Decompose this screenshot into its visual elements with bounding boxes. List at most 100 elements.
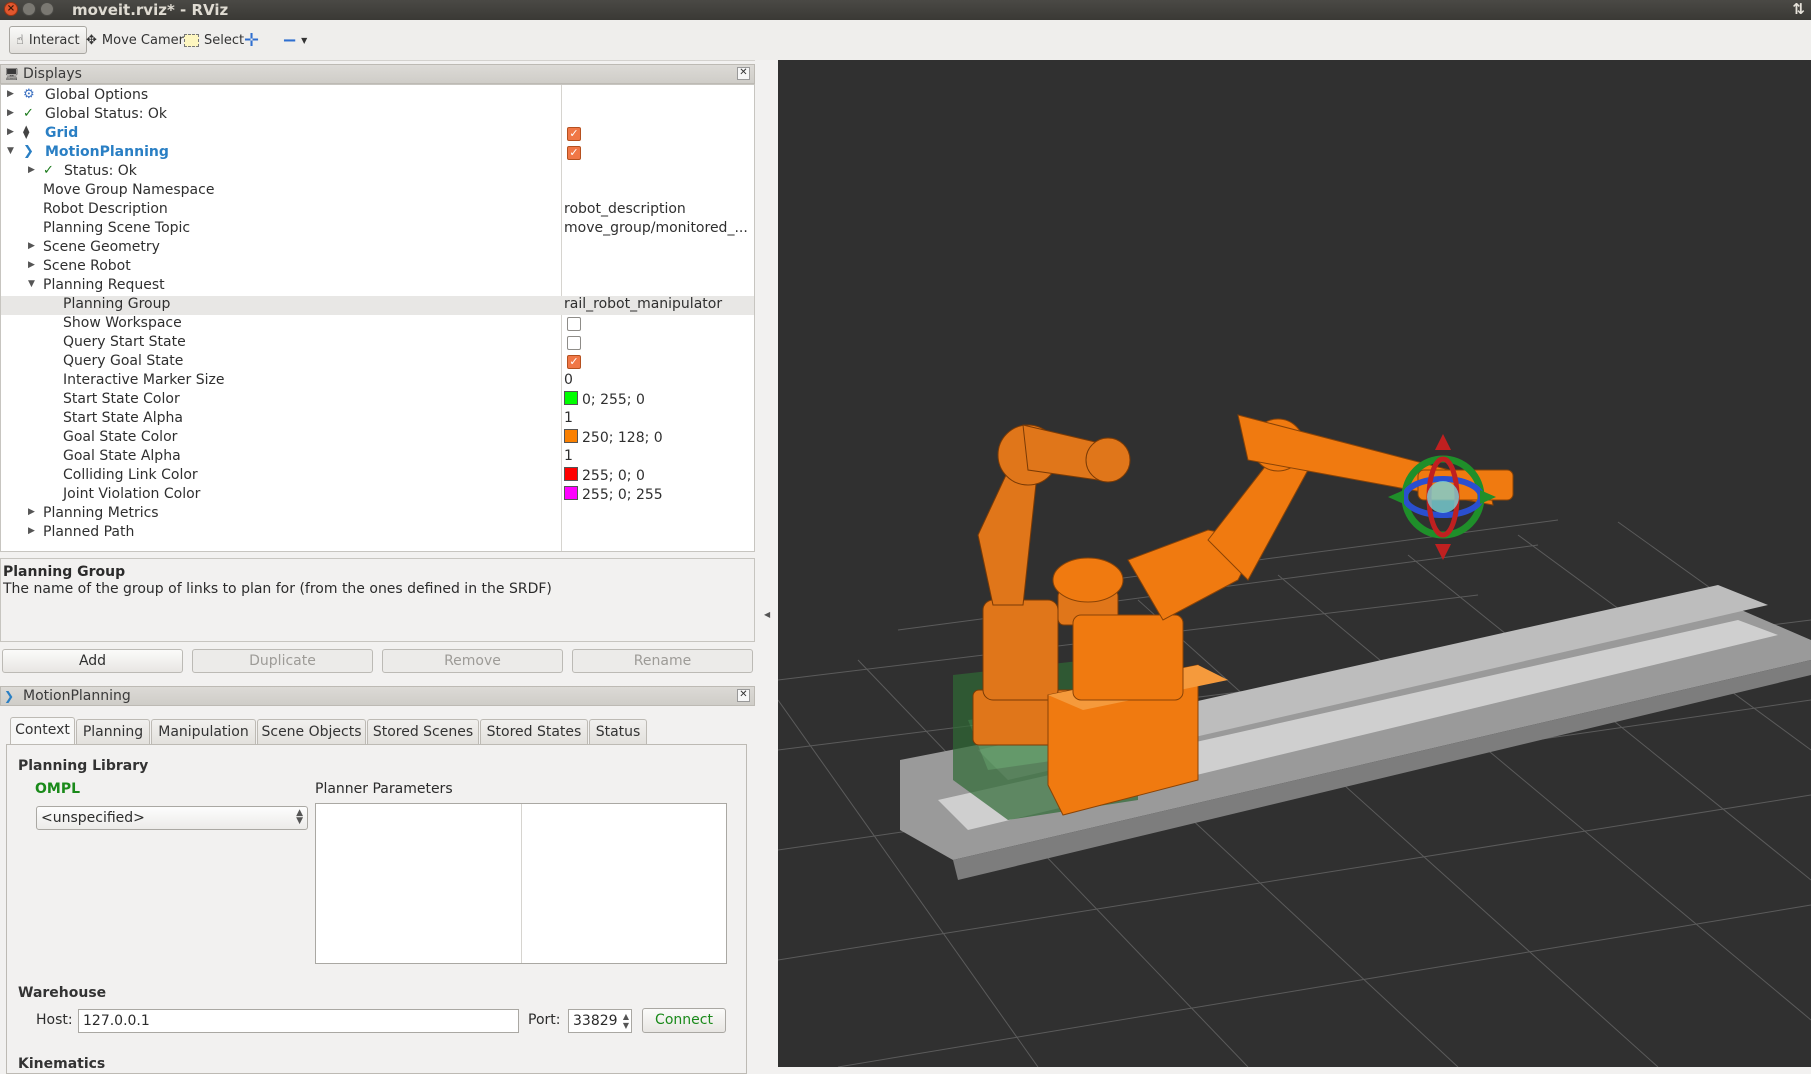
tree-row-value[interactable]: 250; 128; 0 (564, 429, 663, 446)
expand-arrow-icon[interactable]: ▶ (28, 165, 35, 175)
tree-row-value[interactable]: rail_robot_manipulator (564, 296, 722, 312)
tree-row-joint-violation-color[interactable]: Joint Violation Color 255; 0; 255 (1, 486, 754, 505)
warehouse-heading: Warehouse (18, 985, 107, 1001)
tab-stored-states[interactable]: Stored States (480, 719, 588, 744)
tree-row-global-options[interactable]: ▶ ⚙ Global Options (1, 87, 754, 106)
tree-row-query-start-state[interactable]: Query Start State (1, 334, 754, 353)
window-minimize-button[interactable] (22, 2, 36, 16)
collapse-arrow-icon[interactable]: ▼ (7, 146, 14, 156)
window-close-button[interactable]: × (4, 2, 18, 16)
tree-row-interactive-marker-size[interactable]: Interactive Marker Size 0 (1, 372, 754, 391)
tree-row-query-goal-state[interactable]: Query Goal State ✓ (1, 353, 754, 372)
tree-row-planned-path[interactable]: ▶ Planned Path (1, 524, 754, 543)
interactive-marker[interactable] (1388, 434, 1496, 560)
motionplanning-enabled-checkbox[interactable]: ✓ (567, 146, 581, 160)
plus-icon: ✛ (244, 29, 260, 51)
tree-row-value[interactable]: move_group/monitored_... (564, 220, 748, 236)
expand-arrow-icon[interactable]: ▶ (28, 241, 35, 251)
tree-row-label: Grid (45, 125, 79, 141)
tree-row-label: Global Options (45, 87, 149, 103)
tree-row-planning-metrics[interactable]: ▶ Planning Metrics (1, 505, 754, 524)
tree-row-start-state-alpha[interactable]: Start State Alpha 1 (1, 410, 754, 429)
rename-display-button[interactable]: Rename (572, 649, 753, 673)
spin-arrows-icon[interactable]: ▲ ▼ (623, 1012, 629, 1030)
add-display-button[interactable]: Add (2, 649, 183, 673)
remove-tool-button[interactable]: − ▼ (276, 26, 313, 54)
tree-row-scene-geometry[interactable]: ▶ Scene Geometry (1, 239, 754, 258)
tree-row-status[interactable]: ▶ ✓ Status: Ok (1, 163, 754, 182)
tree-row-planning-group[interactable]: Planning Group rail_robot_manipulator (1, 296, 754, 315)
panel-splitter[interactable]: ◀ (755, 60, 778, 1067)
tab-scene-objects[interactable]: Scene Objects (257, 719, 366, 744)
grid-enabled-checkbox[interactable]: ✓ (567, 127, 581, 141)
tab-stored-scenes[interactable]: Stored Scenes (367, 719, 479, 744)
tree-row-motionplanning[interactable]: ▼ ❯ MotionPlanning ✓ (1, 144, 754, 163)
collapse-arrow-icon[interactable]: ▼ (28, 279, 35, 289)
tree-row-scene-robot[interactable]: ▶ Scene Robot (1, 258, 754, 277)
tree-row-value[interactable]: 0; 255; 0 (564, 391, 645, 408)
planning-library-name: OMPL (35, 781, 81, 797)
tree-row-label: Joint Violation Color (63, 486, 201, 502)
tree-row-value[interactable]: 0 (564, 372, 573, 388)
query-start-state-checkbox[interactable] (567, 336, 581, 350)
displays-close-button[interactable]: ✕ (737, 67, 750, 80)
tree-row-grid[interactable]: ▶ ⧫ Grid ✓ (1, 125, 754, 144)
tree-row-label: Move Group Namespace (43, 182, 215, 198)
tree-row-value[interactable]: 1 (564, 410, 573, 426)
motionplanning-panel-header: ❯ MotionPlanning ✕ (0, 686, 755, 706)
expand-arrow-icon[interactable]: ▶ (7, 108, 14, 118)
dropdown-arrow-icon: ▼ (301, 35, 308, 45)
tree-row-goal-state-alpha[interactable]: Goal State Alpha 1 (1, 448, 754, 467)
tree-row-start-state-color[interactable]: Start State Color 0; 255; 0 (1, 391, 754, 410)
tab-planning[interactable]: Planning (76, 719, 150, 744)
planner-parameters-table[interactable] (315, 803, 727, 964)
window-title: moveit.rviz* - RViz (72, 1, 229, 19)
3d-viewport[interactable] (778, 60, 1811, 1067)
camera-move-icon: ✥ (86, 32, 97, 48)
query-goal-state-checkbox[interactable]: ✓ (567, 355, 581, 369)
sort-arrows-icon[interactable]: ⇅ (1792, 0, 1805, 18)
tree-row-colliding-link-color[interactable]: Colliding Link Color 255; 0; 0 (1, 467, 754, 486)
expand-arrow-icon[interactable]: ▶ (28, 260, 35, 270)
host-label: Host: (36, 1012, 73, 1028)
host-input[interactable]: 127.0.0.1 (78, 1009, 519, 1033)
displays-title: Displays (23, 66, 82, 82)
tab-status[interactable]: Status (589, 719, 647, 744)
collapse-left-arrow-icon[interactable]: ◀ (764, 610, 770, 619)
planner-select[interactable]: <unspecified> ▲ ▼ (36, 806, 308, 830)
tree-row-global-status[interactable]: ▶ ✓ Global Status: Ok (1, 106, 754, 125)
tab-context[interactable]: Context (10, 717, 75, 744)
expand-arrow-icon[interactable]: ▶ (28, 526, 35, 536)
interact-tool-button[interactable]: ☝ Interact (9, 26, 87, 54)
tree-row-label: Status: Ok (64, 163, 137, 179)
motionplanning-title: MotionPlanning (23, 688, 131, 704)
tree-row-move-group-namespace[interactable]: Move Group Namespace (1, 182, 754, 201)
connect-button[interactable]: Connect (642, 1008, 726, 1033)
add-tool-button[interactable]: ✛ (238, 26, 265, 54)
gear-icon: ⚙ (23, 87, 35, 102)
expand-arrow-icon[interactable]: ▶ (7, 89, 14, 99)
tree-row-label: Planned Path (43, 524, 135, 540)
tree-row-value[interactable]: robot_description (564, 201, 686, 217)
show-workspace-checkbox[interactable] (567, 317, 581, 331)
checkmark-icon: ✓ (43, 163, 54, 178)
tree-row-goal-state-color[interactable]: Goal State Color 250; 128; 0 (1, 429, 754, 448)
tree-row-value[interactable]: 1 (564, 448, 573, 464)
tab-manipulation[interactable]: Manipulation (151, 719, 256, 744)
motionplanning-close-button[interactable]: ✕ (737, 689, 750, 702)
remove-display-button[interactable]: Remove (382, 649, 563, 673)
tree-row-show-workspace[interactable]: Show Workspace (1, 315, 754, 334)
tree-row-label: Goal State Alpha (63, 448, 181, 464)
window-maximize-button[interactable] (40, 2, 54, 16)
tree-row-label: Global Status: Ok (45, 106, 168, 122)
expand-arrow-icon[interactable]: ▶ (28, 507, 35, 517)
duplicate-display-button[interactable]: Duplicate (192, 649, 373, 673)
tree-row-planning-scene-topic[interactable]: Planning Scene Topic move_group/monitore… (1, 220, 754, 239)
expand-arrow-icon[interactable]: ▶ (7, 127, 14, 137)
tree-row-value[interactable]: 255; 0; 255 (564, 486, 663, 503)
tree-row-value[interactable]: 255; 0; 0 (564, 467, 645, 484)
tree-row-robot-description[interactable]: Robot Description robot_description (1, 201, 754, 220)
tree-row-planning-request[interactable]: ▼ Planning Request (1, 277, 754, 296)
motion-planning-icon: ❯ (4, 689, 15, 703)
port-spinbox[interactable]: 33829 ▲ ▼ (568, 1009, 632, 1033)
